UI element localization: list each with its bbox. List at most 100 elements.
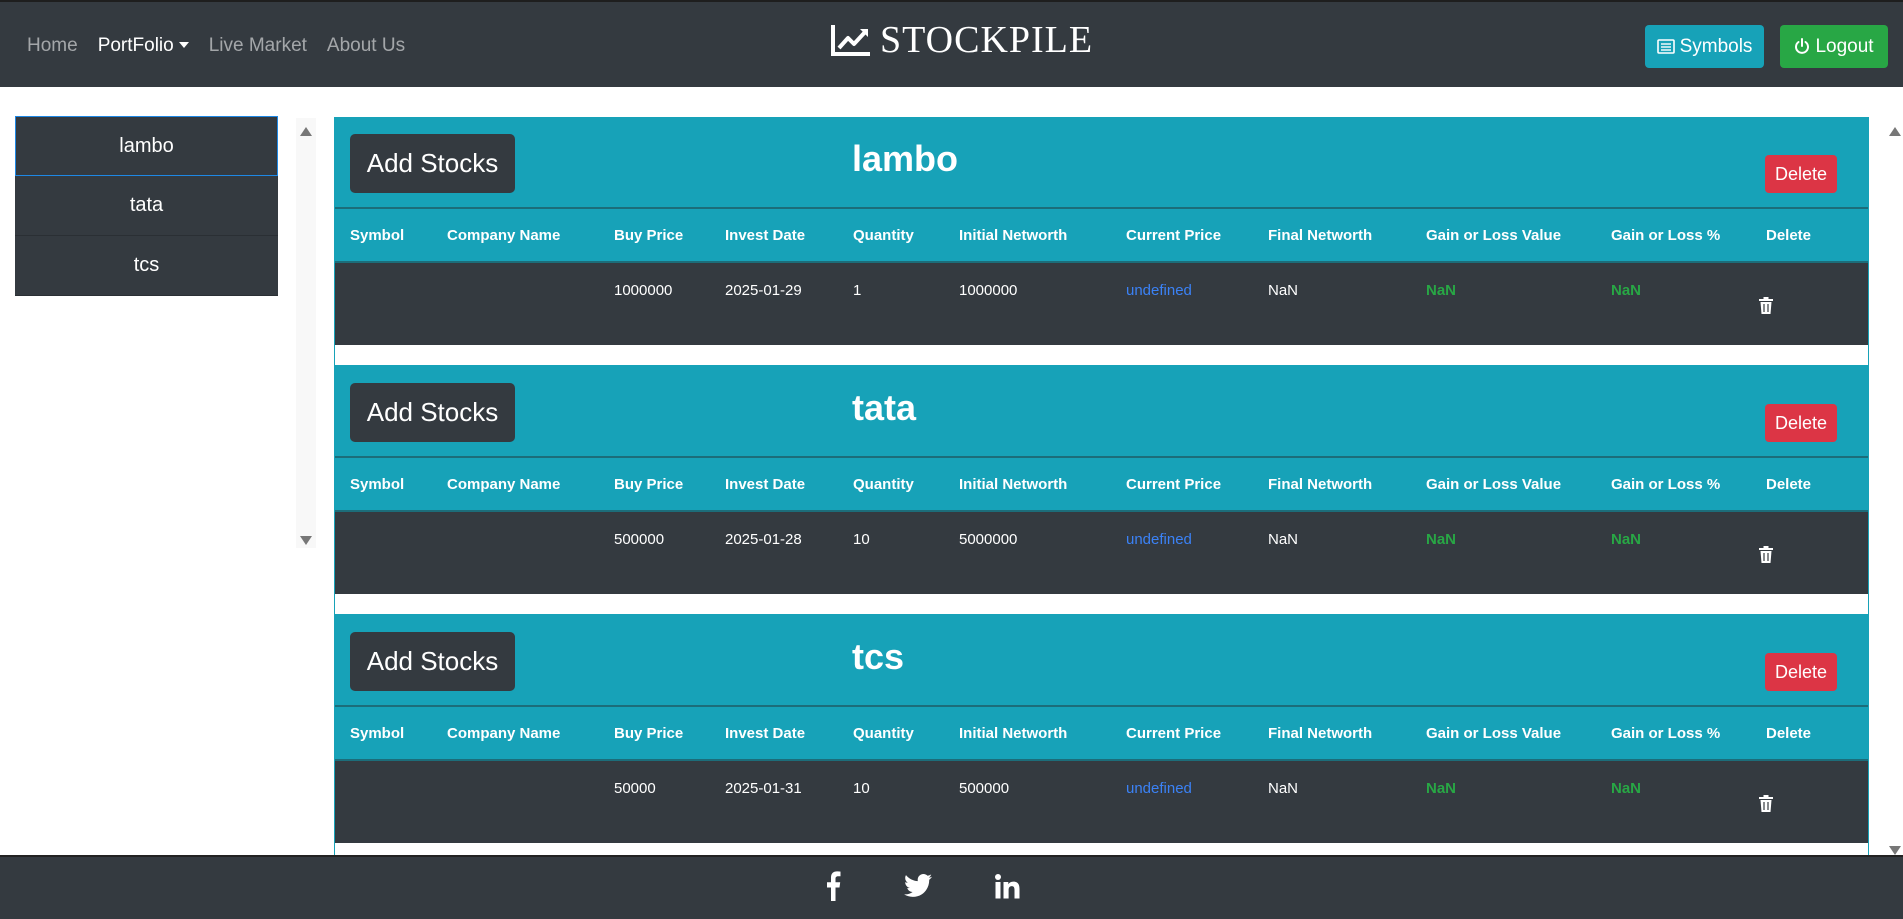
power-icon	[1795, 38, 1810, 54]
cell-final-networth: NaN	[1268, 780, 1299, 797]
list-icon	[1656, 39, 1675, 54]
portfolio-title: tata	[852, 387, 917, 428]
column-header: Gain or Loss %	[1611, 725, 1721, 742]
brand-logo[interactable]: STOCKPILE	[830, 19, 1094, 61]
column-header: Delete	[1766, 725, 1812, 742]
column-header: Current Price	[1126, 725, 1222, 742]
nav-portfolio-label: PortFolio	[97, 34, 174, 56]
scroll-down-arrow-icon[interactable]	[1889, 846, 1901, 855]
cell-initial-networth: 1000000	[959, 282, 1018, 299]
scroll-down-arrow-icon[interactable]	[300, 536, 312, 545]
table-row: 500000 2025-01-28 10 5000000 undefined N…	[335, 512, 1868, 594]
column-header: Final Networth	[1268, 725, 1373, 742]
card-header: Add Stocks tata Delete	[335, 367, 1868, 458]
column-header: Symbol	[350, 476, 405, 493]
column-header: Symbol	[350, 227, 405, 244]
portfolio-sidebar: lambo tata tcs	[15, 116, 278, 296]
table-header: Symbol Company Name Buy Price Invest Dat…	[335, 209, 1868, 263]
column-header: Invest Date	[725, 476, 806, 493]
table-header: Symbol Company Name Buy Price Invest Dat…	[335, 707, 1868, 761]
cell-initial-networth: 5000000	[959, 531, 1018, 548]
cell-gain-loss-pct: NaN	[1611, 780, 1642, 797]
nav-home-link[interactable]: Home	[17, 35, 88, 57]
cell-gain-loss-value: NaN	[1426, 282, 1457, 299]
column-header: Delete	[1766, 227, 1812, 244]
cell-invest-date: 2025-01-31	[725, 780, 802, 797]
cell-invest-date: 2025-01-28	[725, 531, 802, 548]
column-header: Company Name	[447, 227, 561, 244]
trash-icon[interactable]	[1759, 795, 1773, 812]
navbar: Home PortFolio Live Market About Us STOC…	[0, 0, 1903, 87]
column-header: Quantity	[853, 476, 914, 493]
table-row: 1000000 2025-01-29 1 1000000 undefined N…	[335, 263, 1868, 345]
table-row: 50000 2025-01-31 10 500000 undefined NaN…	[335, 761, 1868, 843]
column-header: Gain or Loss Value	[1426, 476, 1562, 493]
sidebar-item-label: tcs	[133, 254, 160, 276]
linkedin-icon[interactable]	[995, 874, 1020, 899]
cell-final-networth: NaN	[1268, 531, 1299, 548]
cell-current-price: undefined	[1126, 531, 1192, 548]
column-header: Quantity	[853, 725, 914, 742]
cell-current-price: undefined	[1126, 282, 1192, 299]
twitter-icon[interactable]	[904, 874, 932, 897]
nav-about-us-link[interactable]: About Us	[317, 35, 415, 57]
cell-invest-date: 2025-01-29	[725, 282, 802, 299]
trash-icon[interactable]	[1759, 546, 1773, 563]
cell-gain-loss-pct: NaN	[1611, 531, 1642, 548]
add-stocks-button[interactable]: Add Stocks	[350, 632, 515, 691]
column-header: Quantity	[853, 227, 914, 244]
logout-button[interactable]: Logout	[1780, 25, 1888, 68]
column-header: Current Price	[1126, 476, 1222, 493]
symbols-button[interactable]: Symbols	[1645, 25, 1764, 68]
caret-down-icon	[178, 41, 189, 48]
column-header: Initial Networth	[959, 476, 1068, 493]
column-header: Buy Price	[614, 725, 684, 742]
portfolio-card: Add Stocks tata Delete Symbol Company Na…	[334, 366, 1869, 615]
column-header: Buy Price	[614, 227, 684, 244]
cell-gain-loss-pct: NaN	[1611, 282, 1642, 299]
column-header: Invest Date	[725, 725, 806, 742]
add-stocks-button[interactable]: Add Stocks	[350, 383, 515, 442]
portfolio-list: Add Stocks lambo Delete Symbol Company N…	[334, 117, 1869, 855]
nav-live-market-link[interactable]: Live Market	[199, 35, 317, 57]
add-stocks-button[interactable]: Add Stocks	[350, 134, 515, 193]
scroll-up-arrow-icon[interactable]	[1889, 127, 1901, 136]
portfolio-title: lambo	[852, 138, 959, 179]
cell-buy-price: 500000	[614, 531, 665, 548]
symbols-label: Symbols	[1679, 35, 1753, 57]
cell-quantity: 10	[853, 780, 870, 797]
portfolio-card: Add Stocks tcs Delete Symbol Company Nam…	[334, 615, 1869, 855]
sidebar-item-label: tata	[129, 194, 164, 216]
column-header: Gain or Loss Value	[1426, 725, 1562, 742]
card-header: Add Stocks lambo Delete	[335, 118, 1868, 209]
delete-portfolio-button[interactable]: Delete	[1765, 404, 1837, 442]
column-header: Initial Networth	[959, 725, 1068, 742]
facebook-icon[interactable]	[825, 871, 841, 901]
brand-name: STOCKPILE	[880, 19, 1094, 61]
chart-line-icon	[831, 25, 870, 56]
portfolio-card: Add Stocks lambo Delete Symbol Company N…	[334, 117, 1869, 366]
delete-portfolio-button[interactable]: Delete	[1765, 155, 1837, 193]
sidebar-item-tcs[interactable]: tcs	[15, 236, 278, 296]
cell-gain-loss-value: NaN	[1426, 531, 1457, 548]
cell-initial-networth: 500000	[959, 780, 1010, 797]
scroll-up-arrow-icon[interactable]	[300, 127, 312, 136]
sidebar-item-lambo[interactable]: lambo	[15, 116, 278, 176]
column-header: Gain or Loss %	[1611, 227, 1721, 244]
cell-quantity: 1	[853, 282, 862, 299]
column-header: Company Name	[447, 725, 561, 742]
cell-current-price: undefined	[1126, 780, 1192, 797]
cell-final-networth: NaN	[1268, 282, 1299, 299]
column-header: Invest Date	[725, 227, 806, 244]
trash-icon[interactable]	[1759, 297, 1773, 314]
delete-portfolio-button[interactable]: Delete	[1765, 653, 1837, 691]
main-scrollbar[interactable]	[1886, 118, 1903, 855]
sidebar-item-label: lambo	[119, 134, 174, 157]
sidebar-scrollbar[interactable]	[296, 118, 316, 548]
sidebar-item-tata[interactable]: tata	[15, 176, 278, 236]
column-header: Gain or Loss %	[1611, 476, 1721, 493]
column-header: Gain or Loss Value	[1426, 227, 1562, 244]
portfolio-title: tcs	[852, 636, 905, 677]
nav-portfolio-dropdown[interactable]: PortFolio	[88, 35, 199, 57]
column-header: Delete	[1766, 476, 1812, 493]
